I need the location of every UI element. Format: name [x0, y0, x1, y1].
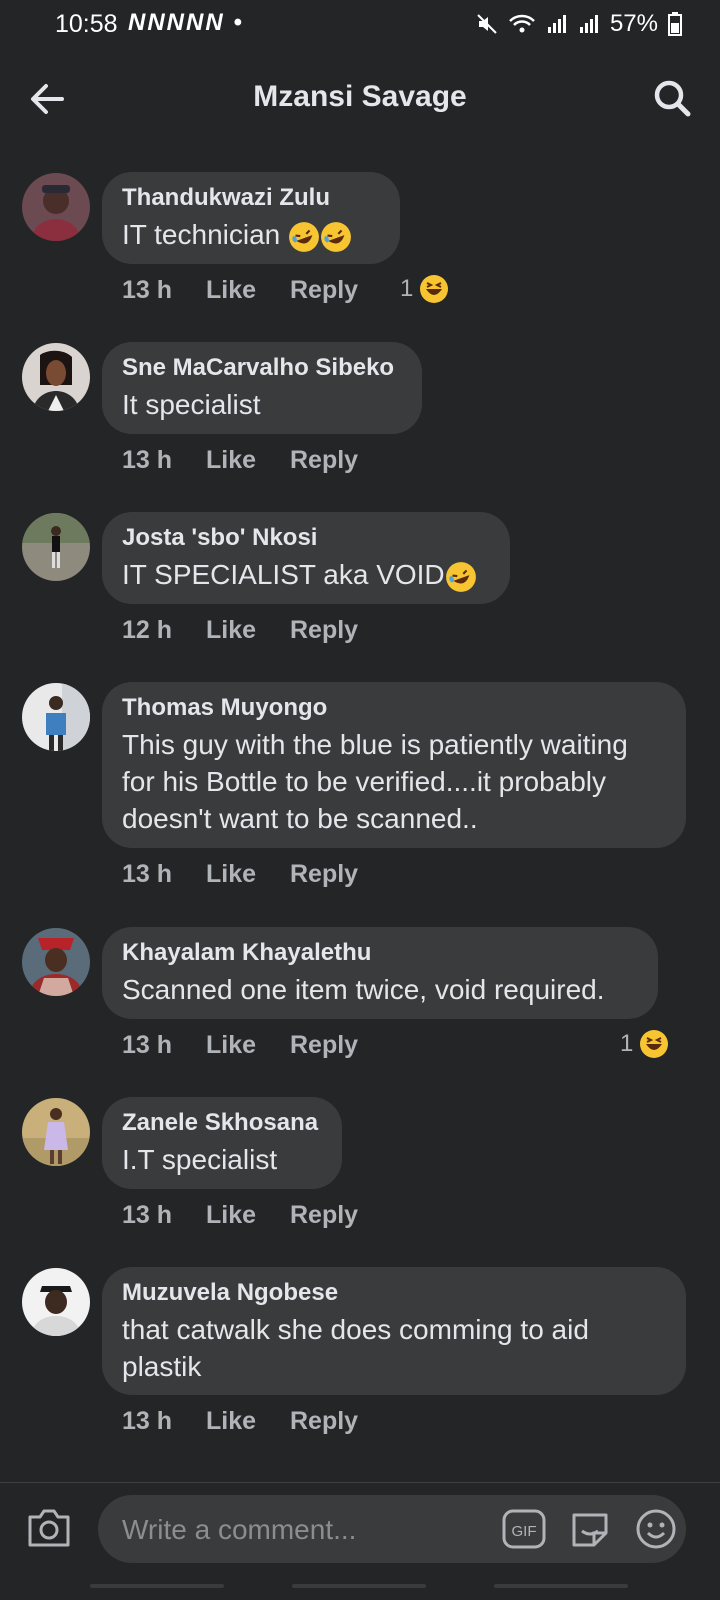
- comment-author[interactable]: Sne MaCarvalho Sibeko: [122, 354, 402, 382]
- comment-text: Scanned one item twice, void required.: [122, 974, 605, 1005]
- reaction-count[interactable]: 1: [400, 274, 449, 304]
- comment-actions: 13 h Like Reply: [122, 860, 358, 889]
- app-header: Mzansi Savage: [0, 60, 720, 138]
- avatar[interactable]: [22, 1098, 90, 1166]
- comment-bubble[interactable]: Thomas Muyongo This guy with the blue is…: [102, 682, 686, 848]
- avatar[interactable]: [22, 1268, 90, 1336]
- gif-icon: GIF: [502, 1509, 546, 1549]
- like-button[interactable]: Like: [206, 616, 290, 645]
- avatar[interactable]: [22, 343, 90, 411]
- like-button[interactable]: Like: [206, 446, 290, 475]
- reaction-number: 1: [400, 275, 414, 302]
- camera-icon: [28, 1509, 70, 1547]
- sticker-icon: [572, 1513, 608, 1547]
- nav-home-button[interactable]: [292, 1584, 426, 1588]
- comment-time: 13 h: [122, 1407, 173, 1435]
- notification-icons: NNNNN •: [128, 9, 244, 36]
- sticker-button[interactable]: [568, 1507, 612, 1551]
- reply-button[interactable]: Reply: [290, 616, 358, 645]
- camera-button[interactable]: [26, 1507, 72, 1549]
- gif-button[interactable]: GIF: [502, 1509, 546, 1549]
- comment-actions: 12 h Like Reply: [122, 616, 358, 645]
- avatar[interactable]: [22, 173, 90, 241]
- comment-actions: 13 h Like Reply: [122, 1407, 358, 1436]
- comment-author[interactable]: Thandukwazi Zulu: [122, 184, 380, 212]
- signal-icon-2: [579, 15, 598, 33]
- comment-bubble[interactable]: Khayalam Khayalethu Scanned one item twi…: [102, 927, 658, 1019]
- comment-author[interactable]: Muzuvela Ngobese: [122, 1279, 666, 1307]
- like-button[interactable]: Like: [206, 276, 290, 305]
- status-bar: 10:58 NNNNN • 57%: [0, 0, 720, 52]
- page-title: Mzansi Savage: [253, 80, 467, 113]
- gif-label: GIF: [512, 1523, 537, 1540]
- haha-reaction-icon: [420, 275, 449, 303]
- reaction-number: 1: [620, 1030, 634, 1057]
- comment-text: that catwalk she does comming to aid pla…: [122, 1311, 666, 1385]
- comment-bubble[interactable]: Josta 'sbo' Nkosi IT SPECIALIST aka VOID: [102, 512, 510, 604]
- nav-recents-button[interactable]: [90, 1584, 224, 1588]
- comment-bubble[interactable]: Muzuvela Ngobese that catwalk she does c…: [102, 1267, 686, 1395]
- status-time: 10:58: [55, 10, 118, 38]
- comment-time: 13 h: [122, 446, 173, 474]
- comment-bubble[interactable]: Thandukwazi Zulu IT technician: [102, 172, 400, 264]
- comment-time: 13 h: [122, 1201, 173, 1229]
- avatar[interactable]: [22, 928, 90, 996]
- battery-icon: [668, 12, 682, 36]
- comment-actions: 13 h Like Reply: [122, 276, 358, 305]
- reply-button[interactable]: Reply: [290, 1031, 358, 1060]
- laughing-emoji-icon: [445, 561, 476, 592]
- battery-percent: 57%: [609, 10, 658, 37]
- comment-author[interactable]: Zanele Skhosana: [122, 1109, 322, 1137]
- laughing-emoji-icon: [321, 221, 351, 252]
- reply-button[interactable]: Reply: [290, 860, 358, 889]
- system-nav-bar: [0, 1572, 720, 1600]
- signal-icon: [547, 15, 566, 33]
- nav-back-button[interactable]: [494, 1584, 628, 1588]
- search-button[interactable]: [650, 76, 696, 122]
- comment-text: This guy with the blue is patiently wait…: [122, 726, 666, 837]
- mute-icon: [477, 14, 497, 34]
- comment-time: 13 h: [122, 1031, 173, 1059]
- reply-button[interactable]: Reply: [290, 1201, 358, 1230]
- avatar[interactable]: [22, 513, 90, 581]
- comment-input[interactable]: [120, 1495, 474, 1565]
- wifi-icon: [509, 14, 535, 33]
- comment-actions: 13 h Like Reply: [122, 1201, 358, 1230]
- reaction-count[interactable]: 1: [620, 1029, 669, 1059]
- comment-bubble[interactable]: Sne MaCarvalho Sibeko It specialist: [102, 342, 422, 434]
- like-button[interactable]: Like: [206, 1031, 290, 1060]
- comment-text-line: for his Bottle to be verified....it prob…: [122, 766, 607, 797]
- comment-time: 12 h: [122, 616, 173, 644]
- reply-button[interactable]: Reply: [290, 1407, 358, 1436]
- comment-actions: 13 h Like Reply: [122, 1031, 358, 1060]
- comment-composer: GIF: [0, 1482, 720, 1573]
- like-button[interactable]: Like: [206, 1407, 290, 1436]
- haha-reaction-icon: [640, 1030, 669, 1058]
- like-button[interactable]: Like: [206, 1201, 290, 1230]
- comment-author[interactable]: Thomas Muyongo: [122, 694, 666, 722]
- comment-text: IT SPECIALIST aka VOID: [122, 556, 490, 593]
- comment-time: 13 h: [122, 860, 173, 888]
- emoji-button[interactable]: [634, 1507, 678, 1551]
- search-icon: [654, 80, 691, 117]
- like-button[interactable]: Like: [206, 860, 290, 889]
- comment-time: 13 h: [122, 276, 173, 304]
- comment-input-pill: GIF: [98, 1495, 686, 1565]
- comment-text-line: that catwalk she does comming to aid: [122, 1314, 589, 1345]
- reply-button[interactable]: Reply: [290, 446, 358, 475]
- reply-button[interactable]: Reply: [290, 276, 358, 305]
- comment-text: I.T specialist: [122, 1144, 278, 1175]
- comment-text-line: plastik: [122, 1351, 202, 1382]
- avatar[interactable]: [22, 683, 90, 751]
- comment-actions: 13 h Like Reply: [122, 446, 358, 475]
- comment-bubble[interactable]: Zanele Skhosana I.T specialist: [102, 1097, 342, 1189]
- comment-text-line: doesn't want to be scanned..: [122, 803, 478, 834]
- comment-text: IT technician: [122, 216, 380, 253]
- comment-text-line: This guy with the blue is patiently wait…: [122, 729, 628, 760]
- comment-author[interactable]: Josta 'sbo' Nkosi: [122, 524, 490, 552]
- comment-text: It specialist: [122, 389, 261, 420]
- smiley-icon: [636, 1509, 676, 1549]
- status-right: 57%: [476, 10, 682, 38]
- comment-author[interactable]: Khayalam Khayalethu: [122, 939, 638, 967]
